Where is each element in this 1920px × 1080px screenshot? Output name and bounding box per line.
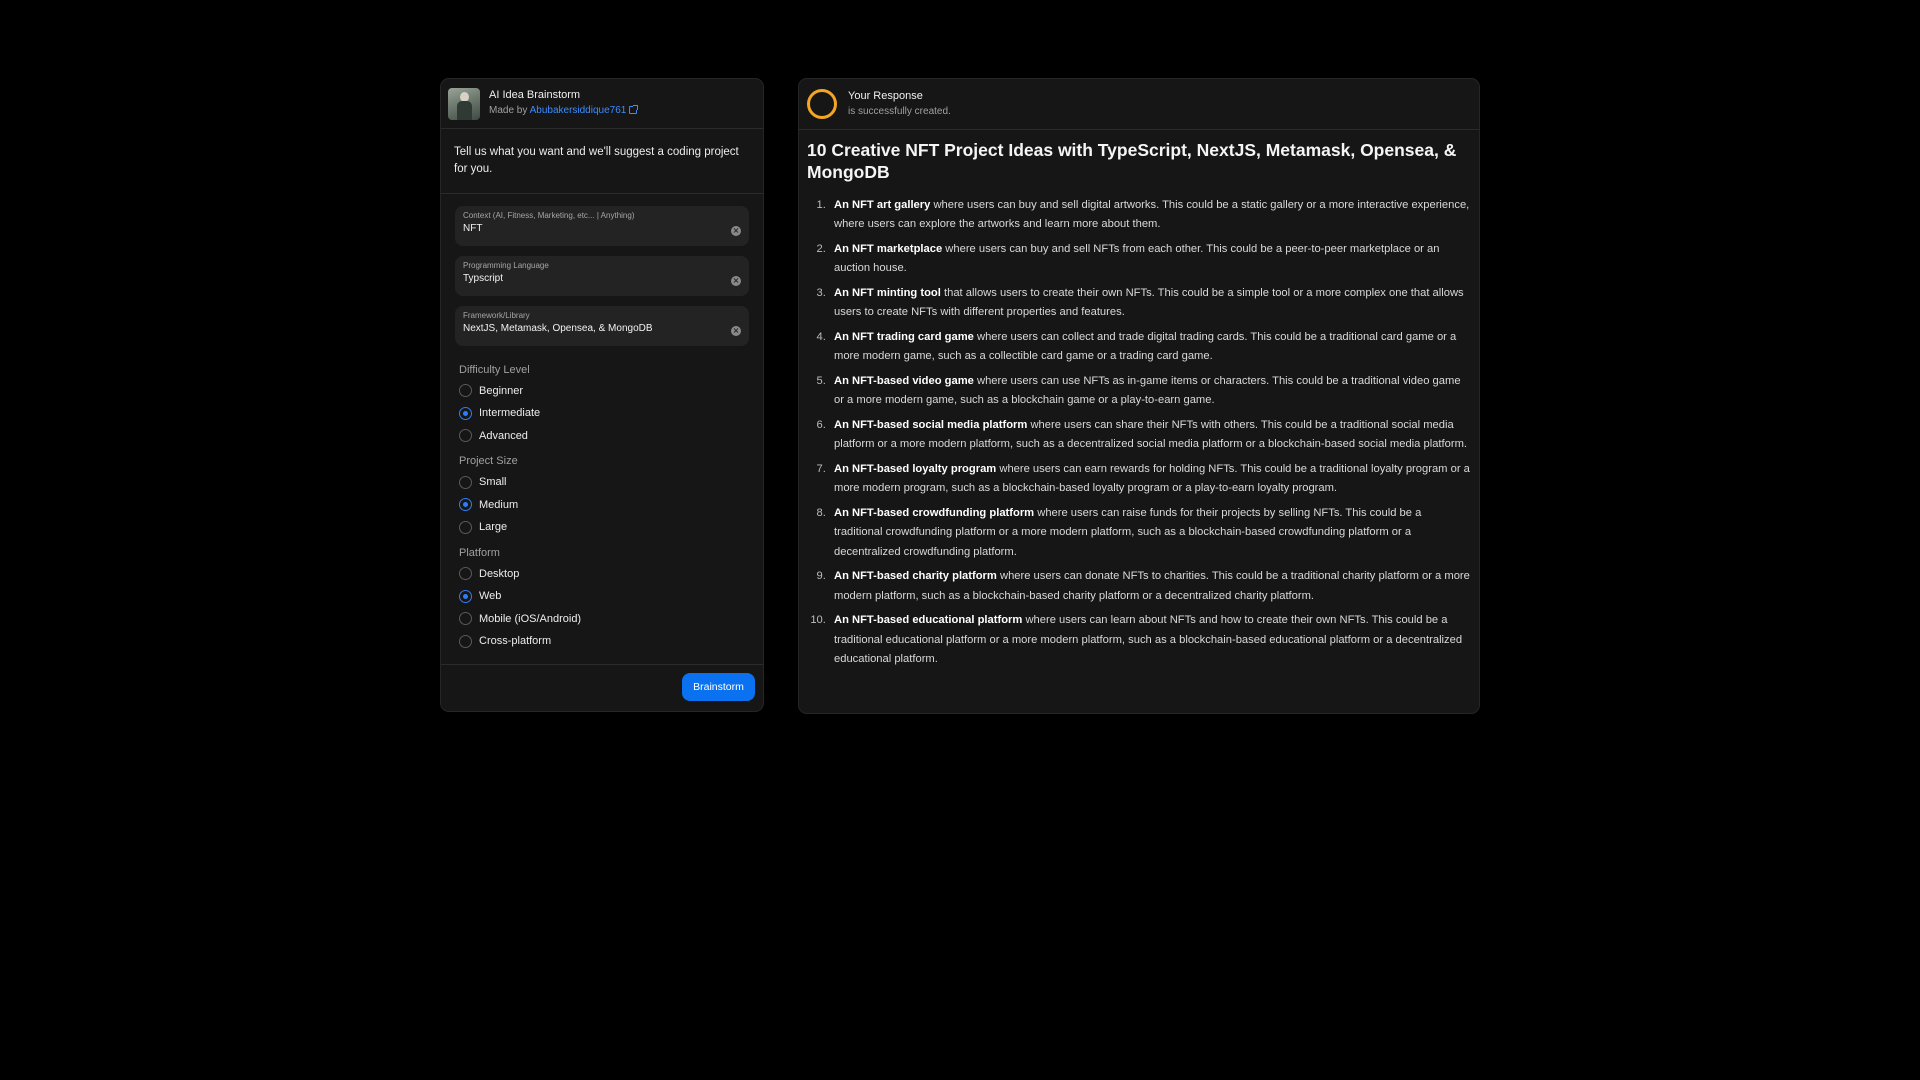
radio-option-web[interactable]: Web bbox=[459, 585, 745, 608]
response-subtitle: is successfully created. bbox=[848, 105, 951, 117]
response-panel: Your Response is successfully created. 1… bbox=[798, 78, 1480, 714]
language-input[interactable]: Typscript bbox=[463, 273, 741, 284]
project-size-title: Project Size bbox=[459, 455, 518, 467]
list-item: An NFT trading card game where users can… bbox=[829, 328, 1471, 367]
response-heading: 10 Creative NFT Project Ideas with TypeS… bbox=[807, 140, 1457, 183]
made-by-prefix: Made by bbox=[489, 105, 528, 117]
idea-title: An NFT-based social media platform bbox=[834, 418, 1028, 431]
radio-option-large[interactable]: Large bbox=[459, 516, 745, 539]
radio-label: Mobile (iOS/Android) bbox=[479, 612, 582, 625]
radio-button-selected[interactable] bbox=[459, 498, 472, 512]
radio-option-desktop[interactable]: Desktop bbox=[459, 563, 745, 586]
list-item: An NFT-based social media platform where… bbox=[829, 416, 1471, 455]
radio-label: Web bbox=[479, 590, 502, 603]
list-item: An NFT marketplace where users can buy a… bbox=[829, 240, 1471, 279]
response-body: 10 Creative NFT Project Ideas with TypeS… bbox=[799, 130, 1479, 670]
framework-label: Framework/Library bbox=[463, 310, 530, 320]
idea-title: An NFT minting tool bbox=[834, 286, 941, 299]
language-label: Programming Language bbox=[463, 260, 549, 270]
clear-icon[interactable]: × bbox=[731, 325, 741, 336]
idea-title: An NFT art gallery bbox=[834, 198, 931, 211]
radio-label: Desktop bbox=[479, 567, 520, 580]
response-title: Your Response bbox=[848, 89, 923, 102]
radio-label: Advanced bbox=[479, 429, 528, 442]
radio-button-selected[interactable] bbox=[459, 406, 472, 420]
radio-option-small[interactable]: Small bbox=[459, 471, 745, 494]
radio-label: Small bbox=[479, 476, 507, 489]
radio-option-cross-platform[interactable]: Cross-platform bbox=[459, 630, 745, 653]
radio-option-advanced[interactable]: Advanced bbox=[459, 425, 745, 448]
app-title: AI Idea Brainstorm bbox=[489, 89, 581, 102]
idea-title: An NFT trading card game bbox=[834, 330, 974, 343]
list-item: An NFT-based crowdfunding platform where… bbox=[829, 504, 1471, 563]
list-item: An NFT-based educational platform where … bbox=[829, 611, 1471, 670]
list-item: An NFT art gallery where users can buy a… bbox=[829, 196, 1471, 235]
radio-button-selected[interactable] bbox=[459, 589, 472, 603]
idea-title: An NFT-based crowdfunding platform bbox=[834, 506, 1035, 519]
radio-label: Beginner bbox=[479, 384, 524, 397]
made-by: Made by Abubakersiddique761 bbox=[489, 105, 639, 118]
radio-button[interactable] bbox=[459, 567, 472, 581]
list-item: An NFT-based loyalty program where users… bbox=[829, 460, 1471, 499]
radio-option-beginner[interactable]: Beginner bbox=[459, 380, 745, 403]
radio-label: Large bbox=[479, 521, 508, 534]
idea-title: An NFT-based video game bbox=[834, 374, 974, 387]
clear-icon[interactable]: × bbox=[731, 275, 741, 286]
context-input[interactable]: NFT bbox=[463, 223, 741, 234]
app-header: AI Idea Brainstorm Made by Abubakersiddi… bbox=[441, 79, 763, 129]
brainstorm-form-panel: AI Idea Brainstorm Made by Abubakersiddi… bbox=[440, 78, 764, 712]
external-link-icon[interactable] bbox=[629, 105, 639, 115]
radio-label: Intermediate bbox=[479, 407, 541, 420]
difficulty-group: Difficulty Level Beginner Intermediate A… bbox=[441, 356, 763, 448]
idea-title: An NFT marketplace bbox=[834, 242, 943, 255]
idea-title: An NFT-based loyalty program bbox=[834, 462, 997, 475]
list-item: An NFT minting tool that allows users to… bbox=[829, 284, 1471, 323]
radio-button[interactable] bbox=[459, 475, 472, 489]
project-size-group: Project Size Small Medium Large bbox=[441, 447, 763, 539]
radio-label: Medium bbox=[479, 498, 519, 511]
radio-option-mobile[interactable]: Mobile (iOS/Android) bbox=[459, 608, 745, 631]
radio-option-medium[interactable]: Medium bbox=[459, 494, 745, 517]
author-link[interactable]: Abubakersiddique761 bbox=[530, 105, 627, 116]
idea-title: An NFT-based charity platform bbox=[834, 570, 997, 583]
radio-button[interactable] bbox=[459, 634, 472, 648]
platform-group: Platform Desktop Web Mobile (iOS/Android… bbox=[441, 539, 763, 653]
clear-icon[interactable]: × bbox=[731, 225, 741, 236]
list-item: An NFT-based charity platform where user… bbox=[829, 567, 1471, 606]
idea-text: where users can buy and sell digital art… bbox=[834, 198, 1470, 231]
radio-option-intermediate[interactable]: Intermediate bbox=[459, 402, 745, 425]
platform-title: Platform bbox=[459, 546, 500, 559]
radio-button[interactable] bbox=[459, 429, 472, 443]
framework-input[interactable]: NextJS, Metamask, Opensea, & MongoDB bbox=[463, 323, 741, 334]
radio-button[interactable] bbox=[459, 384, 472, 398]
context-field[interactable]: Context (AI, Fitness, Marketing, etc... … bbox=[455, 205, 749, 246]
radio-button[interactable] bbox=[459, 612, 472, 626]
framework-field[interactable]: Framework/Library NextJS, Metamask, Open… bbox=[455, 305, 749, 346]
status-ring-icon bbox=[807, 89, 837, 119]
difficulty-title: Difficulty Level bbox=[459, 363, 530, 376]
list-item: An NFT-based video game where users can … bbox=[829, 372, 1471, 411]
form-footer: Brainstorm bbox=[441, 664, 763, 711]
radio-button[interactable] bbox=[459, 520, 472, 534]
context-label: Context (AI, Fitness, Marketing, etc... … bbox=[463, 210, 635, 220]
avatar bbox=[448, 87, 480, 120]
language-field[interactable]: Programming Language Typscript × bbox=[455, 255, 749, 296]
ideas-list: An NFT art gallery where users can buy a… bbox=[807, 196, 1471, 670]
radio-label: Cross-platform bbox=[479, 635, 552, 648]
idea-title: An NFT-based educational platform bbox=[834, 614, 1023, 627]
brainstorm-button[interactable]: Brainstorm bbox=[682, 673, 755, 701]
response-header: Your Response is successfully created. bbox=[799, 79, 1479, 130]
intro-text: Tell us what you want and we'll suggest … bbox=[441, 129, 763, 194]
